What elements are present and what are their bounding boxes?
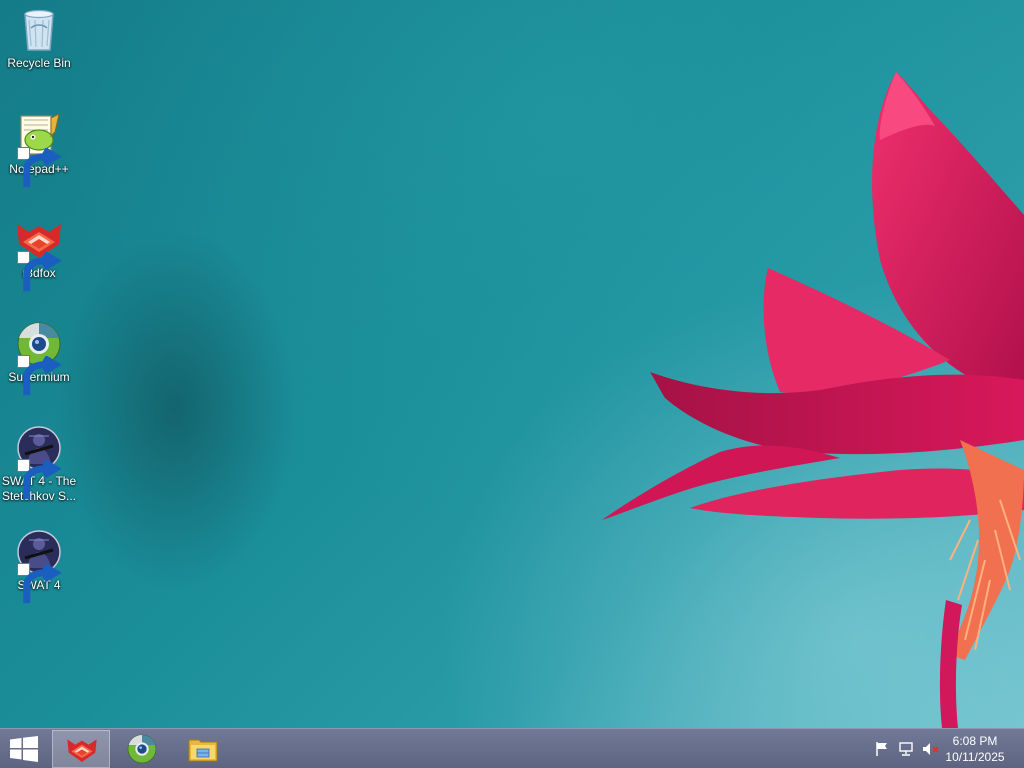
- folder-icon: [188, 739, 218, 762]
- desktop-icon-swat4-expansion[interactable]: SWAT 4 - The Stetchkov S...: [0, 424, 78, 504]
- taskbar-button-file-explorer[interactable]: [174, 730, 232, 768]
- desktop-icon-recycle-bin[interactable]: Recycle Bin: [0, 6, 78, 71]
- desktop-icon-notepad-plus-plus[interactable]: Notepad++: [0, 112, 78, 188]
- desktop-icon-r3dfox[interactable]: r3dfox: [0, 216, 78, 292]
- taskbar-clock[interactable]: 6:08 PM 10/11/2025: [940, 733, 1010, 765]
- swat4-icon: [15, 528, 63, 604]
- desktop-wallpaper: [0, 0, 1024, 728]
- taskbar-button-supermium[interactable]: [113, 730, 171, 768]
- supermium-icon: [127, 734, 157, 764]
- desktop-icon-label: Recycle Bin: [7, 56, 71, 70]
- clock-time: 6:08 PM: [952, 734, 998, 748]
- shortcut-arrow-icon: [17, 355, 62, 396]
- recycle-bin-icon: [15, 6, 63, 54]
- windows-logo-icon: [10, 736, 38, 762]
- start-button[interactable]: [0, 729, 48, 768]
- shortcut-arrow-icon: [17, 147, 62, 188]
- shortcut-arrow-icon: [17, 251, 62, 292]
- clock-date: 10/11/2025: [945, 750, 1005, 764]
- r3dfox-icon: [67, 739, 97, 762]
- desktop-icon-swat4[interactable]: SWAT 4: [0, 528, 78, 604]
- shortcut-arrow-icon: [17, 459, 62, 500]
- flower-image: [602, 72, 1024, 728]
- volume-muted-icon[interactable]: [922, 741, 940, 757]
- action-center-flag-icon[interactable]: [874, 741, 892, 757]
- r3dfox-icon: [15, 216, 63, 292]
- desktop-icon-supermium[interactable]: Supermium: [0, 320, 78, 396]
- network-icon[interactable]: [898, 741, 916, 757]
- shortcut-arrow-icon: [17, 563, 62, 604]
- taskbar: 6:08 PM 10/11/2025: [0, 728, 1024, 768]
- supermium-icon: [15, 320, 63, 396]
- swat4-expansion-icon: [15, 424, 63, 500]
- taskbar-button-r3dfox[interactable]: [52, 730, 110, 768]
- notepad-plus-plus-icon: [15, 112, 63, 188]
